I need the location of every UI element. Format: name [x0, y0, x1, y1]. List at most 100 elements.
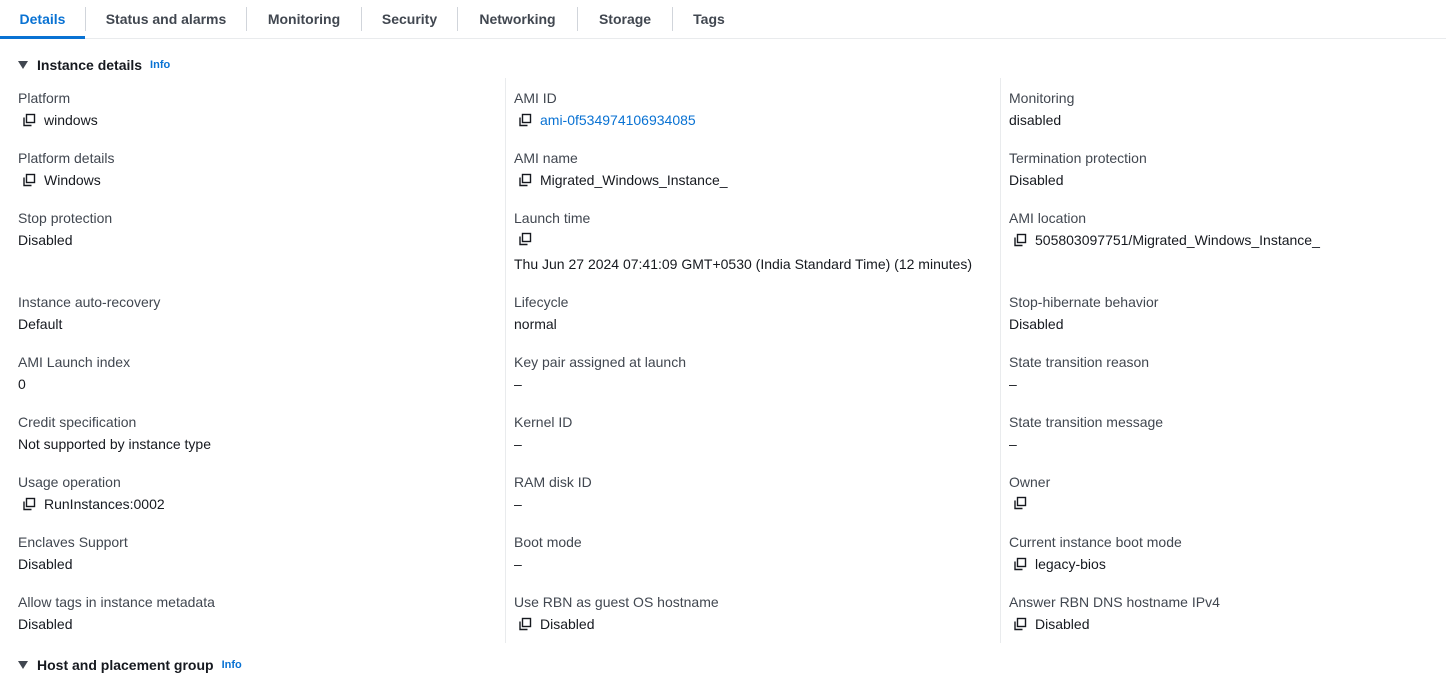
field-label: Answer RBN DNS hostname IPv4 [1009, 594, 1220, 610]
copy-icon[interactable] [1013, 496, 1027, 510]
value-text: Disabled [540, 616, 595, 632]
field-value: Disabled [18, 232, 72, 248]
tab-monitoring[interactable]: Monitoring [247, 0, 361, 38]
tab-label: Storage [598, 11, 652, 27]
field-value: normal [514, 316, 557, 332]
tab-label: Tags [693, 11, 725, 27]
field-label: Usage operation [18, 474, 121, 490]
tab-label: Details [19, 11, 66, 27]
copy-icon[interactable] [518, 232, 532, 246]
host-placement-header[interactable]: Host and placement group Info [18, 657, 242, 673]
copy-icon[interactable] [22, 113, 36, 127]
field-value: legacy-bios [1009, 556, 1106, 572]
tab-networking[interactable]: Networking [458, 0, 577, 38]
copy-icon[interactable] [518, 617, 532, 631]
tab-security[interactable]: Security [362, 0, 457, 38]
field-value: – [1009, 376, 1017, 392]
field-label: Stop-hibernate behavior [1009, 294, 1159, 310]
field-value: 505803097751/Migrated_Windows_Instance_ [1009, 232, 1320, 248]
field-value: Not supported by instance type [18, 436, 211, 452]
field-value: 0 [18, 376, 26, 392]
field-label: State transition reason [1009, 354, 1150, 370]
field-label: Termination protection [1009, 150, 1147, 166]
field-value: disabled [1009, 112, 1061, 128]
ami-id-link[interactable]: ami-0f534974106934085 [540, 112, 696, 128]
tab-storage[interactable]: Storage [578, 0, 672, 38]
value-text: Default [18, 316, 63, 332]
caret-down-icon[interactable] [18, 661, 28, 669]
field-value: Disabled [1009, 172, 1063, 188]
field-value: – [514, 496, 522, 512]
field-value: – [1009, 436, 1017, 452]
caret-down-icon[interactable] [18, 61, 28, 69]
tab-status-and-alarms[interactable]: Status and alarms [86, 0, 246, 38]
tab-details[interactable]: Details [0, 0, 85, 39]
instance-details-header[interactable]: Instance details Info [18, 57, 170, 73]
field-label: Kernel ID [514, 414, 573, 430]
copy-icon[interactable] [518, 113, 532, 127]
field-value: Migrated_Windows_Instance_ [514, 172, 728, 188]
value-text: legacy-bios [1035, 556, 1106, 572]
value-text: – [514, 556, 522, 572]
field-label: Lifecycle [514, 294, 569, 310]
field-value: Disabled [18, 556, 72, 572]
value-text: Migrated_Windows_Instance_ [540, 172, 728, 188]
value-text: – [1009, 376, 1017, 392]
field-value: – [514, 556, 522, 572]
value-text: 0 [18, 376, 26, 392]
value-text: 505803097751/Migrated_Windows_Instance_ [1035, 232, 1320, 248]
value-text: Disabled [18, 232, 73, 248]
field-value: Disabled [1009, 316, 1063, 332]
copy-icon[interactable] [22, 497, 36, 511]
field-value: RunInstances:0002 [18, 496, 165, 512]
field-label: AMI location [1009, 210, 1087, 226]
field-value: Default [18, 316, 62, 332]
value-text: Disabled [1009, 316, 1064, 332]
tab-bar: Details Status and alarms Monitoring Sec… [0, 0, 1446, 39]
field-label: Credit specification [18, 414, 137, 430]
field-value [1009, 496, 1035, 510]
value-text: – [514, 436, 522, 452]
info-link[interactable]: Info [150, 59, 170, 71]
field-label: Allow tags in instance metadata [18, 594, 215, 610]
field-label: Boot mode [514, 534, 582, 550]
section-title: Instance details [37, 57, 143, 73]
copy-icon[interactable] [22, 173, 36, 187]
field-label: Use RBN as guest OS hostname [514, 594, 719, 610]
tab-tags[interactable]: Tags [673, 0, 745, 38]
field-label: Key pair assigned at launch [514, 354, 686, 370]
value-text: Windows [44, 172, 101, 188]
field-label: Monitoring [1009, 90, 1075, 106]
tab-label: Status and alarms [105, 11, 227, 27]
field-value: – [514, 436, 522, 452]
field-label: Instance auto-recovery [18, 294, 161, 310]
value-text: RunInstances:0002 [44, 496, 165, 512]
copy-icon[interactable] [1013, 617, 1027, 631]
copy-icon[interactable] [518, 173, 532, 187]
value-text: normal [514, 316, 557, 332]
value-text: windows [44, 112, 98, 128]
copy-icon[interactable] [1013, 233, 1027, 247]
field-label: AMI Launch index [18, 354, 131, 370]
column-divider [1000, 78, 1001, 643]
value-text: – [514, 496, 522, 512]
field-label: Stop protection [18, 210, 113, 226]
field-value: – [514, 376, 522, 392]
field-value: Disabled [1009, 616, 1089, 632]
field-value: Windows [18, 172, 101, 188]
info-link[interactable]: Info [222, 659, 242, 671]
tab-label: Monitoring [267, 11, 341, 27]
field-value [514, 232, 540, 246]
copy-icon[interactable] [1013, 557, 1027, 571]
field-value: Disabled [514, 616, 594, 632]
field-label: Enclaves Support [18, 534, 128, 550]
tab-label: Security [381, 11, 438, 27]
value-text: Thu Jun 27 2024 07:41:09 GMT+0530 (India… [514, 256, 972, 272]
field-label: Platform details [18, 150, 115, 166]
column-divider [505, 78, 506, 643]
value-text: Not supported by instance type [18, 436, 212, 452]
field-label: RAM disk ID [514, 474, 592, 490]
field-label: Platform [18, 90, 71, 106]
section-title: Host and placement group [37, 657, 214, 673]
field-label: AMI name [514, 150, 578, 166]
